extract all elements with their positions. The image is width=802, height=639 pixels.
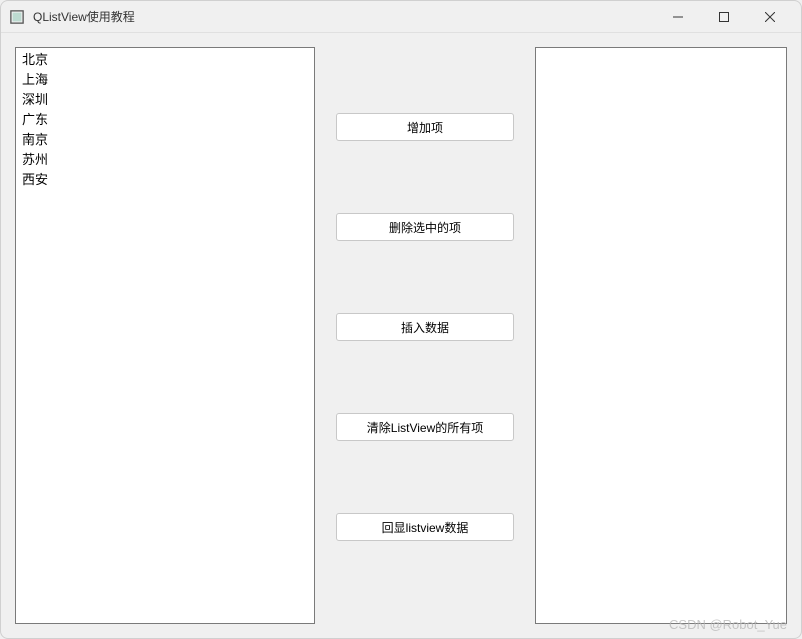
- list-item[interactable]: 西安: [18, 170, 312, 190]
- window-controls: [655, 2, 793, 32]
- clear-all-button[interactable]: 清除ListView的所有项: [336, 413, 514, 441]
- list-item[interactable]: 苏州: [18, 150, 312, 170]
- right-panel[interactable]: [535, 47, 787, 624]
- listview-left[interactable]: 北京 上海 深圳 广东 南京 苏州 西安: [15, 47, 315, 624]
- main-window: QListView使用教程 北京 上海 深圳 广东 南京 苏州 西安 增加项 删…: [0, 0, 802, 639]
- insert-data-button[interactable]: 插入数据: [336, 313, 514, 341]
- minimize-button[interactable]: [655, 2, 701, 32]
- echo-data-button[interactable]: 回显listview数据: [336, 513, 514, 541]
- button-panel: 增加项 删除选中的项 插入数据 清除ListView的所有项 回显listvie…: [327, 47, 523, 624]
- titlebar: QListView使用教程: [1, 1, 801, 33]
- list-item[interactable]: 北京: [18, 50, 312, 70]
- app-icon: [9, 9, 25, 25]
- window-title: QListView使用教程: [33, 8, 655, 25]
- delete-selected-button[interactable]: 删除选中的项: [336, 213, 514, 241]
- list-item[interactable]: 深圳: [18, 90, 312, 110]
- close-button[interactable]: [747, 2, 793, 32]
- maximize-button[interactable]: [701, 2, 747, 32]
- list-item[interactable]: 广东: [18, 110, 312, 130]
- client-area: 北京 上海 深圳 广东 南京 苏州 西安 增加项 删除选中的项 插入数据 清除L…: [1, 33, 801, 638]
- list-item[interactable]: 上海: [18, 70, 312, 90]
- add-item-button[interactable]: 增加项: [336, 113, 514, 141]
- list-item[interactable]: 南京: [18, 130, 312, 150]
